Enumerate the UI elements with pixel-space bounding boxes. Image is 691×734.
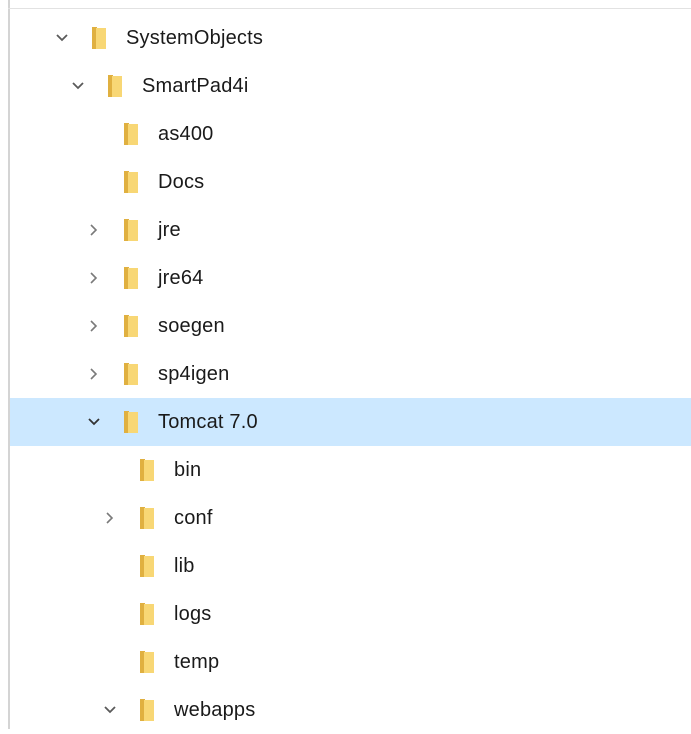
tree-item-soegen[interactable]: soegen <box>10 302 691 350</box>
chevron-down-icon[interactable] <box>100 700 120 720</box>
tree-item-label: temp <box>174 650 220 673</box>
folder-icon <box>140 459 154 481</box>
tree-item-label: SmartPad4i <box>142 74 249 97</box>
tree-item-sp4igen[interactable]: sp4igen <box>10 350 691 398</box>
tree-item-systemobjects[interactable]: SystemObjects <box>10 14 691 62</box>
chevron-right-icon[interactable] <box>84 316 104 336</box>
tree-item-label: Docs <box>158 170 205 193</box>
folder-icon <box>92 27 106 49</box>
tree-item-label: jre64 <box>158 266 204 289</box>
tree-item-as400[interactable]: as400 <box>10 110 691 158</box>
tree-item-smartpad4i[interactable]: SmartPad4i <box>10 62 691 110</box>
folder-icon <box>124 315 138 337</box>
folder-icon <box>140 603 154 625</box>
folder-icon <box>124 363 138 385</box>
tree-item-logs[interactable]: logs <box>10 590 691 638</box>
tree-item-label: Tomcat 7.0 <box>158 410 258 433</box>
explorer-navigation-pane: SystemObjects SmartPad4i as400 Docs jre … <box>0 0 691 729</box>
tree-item-label: as400 <box>158 122 214 145</box>
folder-icon <box>108 75 122 97</box>
tree-item-jre[interactable]: jre <box>10 206 691 254</box>
tree-item-label: bin <box>174 458 202 481</box>
chevron-down-icon[interactable] <box>84 412 104 432</box>
tree-item-webapps[interactable]: webapps <box>10 686 691 734</box>
tree-item-label: soegen <box>158 314 225 337</box>
folder-icon <box>140 699 154 721</box>
tree-item-label: conf <box>174 506 213 529</box>
tree-item-label: lib <box>174 554 195 577</box>
folder-icon <box>124 267 138 289</box>
tree-item-label: jre <box>158 218 181 241</box>
folder-icon <box>140 507 154 529</box>
tree-item-temp[interactable]: temp <box>10 638 691 686</box>
tree-item-lib[interactable]: lib <box>10 542 691 590</box>
tree-item-label: SystemObjects <box>126 26 264 49</box>
tree-item-bin[interactable]: bin <box>10 446 691 494</box>
folder-tree: SystemObjects SmartPad4i as400 Docs jre … <box>10 14 691 734</box>
folder-icon <box>124 171 138 193</box>
folder-icon <box>124 219 138 241</box>
chevron-right-icon[interactable] <box>100 508 120 528</box>
tree-item-conf[interactable]: conf <box>10 494 691 542</box>
tree-item-docs[interactable]: Docs <box>10 158 691 206</box>
tree-item-label: logs <box>174 602 212 625</box>
tree-item-label: sp4igen <box>158 362 230 385</box>
folder-icon <box>140 555 154 577</box>
tree-item-jre64[interactable]: jre64 <box>10 254 691 302</box>
chevron-right-icon[interactable] <box>84 220 104 240</box>
tree-item-label: webapps <box>174 698 256 721</box>
tree-item-tomcat-selected[interactable]: Tomcat 7.0 <box>10 398 691 446</box>
chevron-down-icon[interactable] <box>68 76 88 96</box>
folder-icon <box>124 411 138 433</box>
pane-border-top <box>8 8 691 9</box>
chevron-right-icon[interactable] <box>84 364 104 384</box>
folder-icon <box>140 651 154 673</box>
chevron-down-icon[interactable] <box>52 28 72 48</box>
chevron-right-icon[interactable] <box>84 268 104 288</box>
folder-icon <box>124 123 138 145</box>
